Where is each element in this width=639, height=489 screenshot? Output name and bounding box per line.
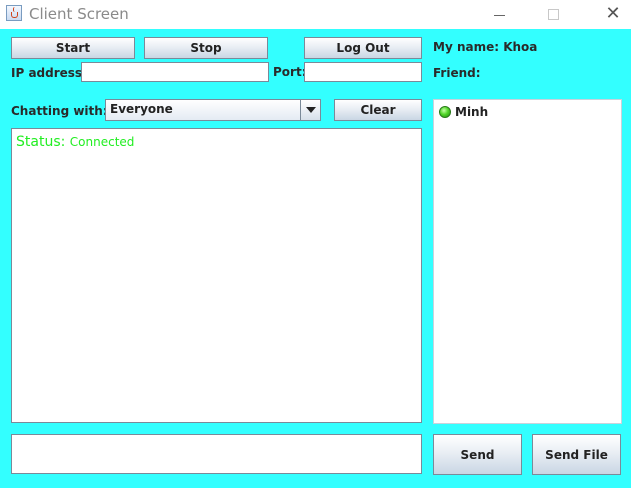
window-title: Client Screen bbox=[29, 5, 129, 23]
online-status-icon bbox=[439, 106, 451, 118]
clear-button[interactable]: Clear bbox=[334, 99, 422, 121]
status-key: Status: bbox=[16, 134, 66, 150]
client-panel: Start Stop Log Out My name: Khoa IP addr… bbox=[0, 29, 631, 488]
window-edge bbox=[631, 29, 639, 489]
send-button[interactable]: Send bbox=[433, 434, 522, 475]
chat-log-area[interactable]: Status: Connected bbox=[11, 128, 422, 423]
port-label: Port: bbox=[273, 65, 307, 79]
ip-address-label: IP address: bbox=[11, 66, 87, 80]
status-value: Connected bbox=[69, 135, 135, 149]
recipient-select[interactable]: Everyone bbox=[105, 99, 321, 121]
chatting-with-label: Chatting with: bbox=[11, 104, 108, 118]
close-icon: ✕ bbox=[605, 3, 621, 24]
minimize-icon bbox=[493, 14, 505, 16]
chevron-down-icon bbox=[305, 107, 316, 113]
status-line: Status: Connected bbox=[16, 133, 134, 151]
maximize-icon bbox=[547, 8, 559, 20]
logout-button[interactable]: Log Out bbox=[304, 37, 422, 59]
port-input[interactable] bbox=[304, 62, 422, 82]
recipient-selected-value: Everyone bbox=[110, 102, 173, 116]
friend-name: Minh bbox=[455, 105, 489, 119]
friend-label: Friend: bbox=[433, 66, 481, 80]
friend-list[interactable]: Minh bbox=[433, 99, 622, 424]
maximize-button[interactable] bbox=[530, 2, 576, 26]
dropdown-arrow-button[interactable] bbox=[300, 100, 320, 120]
start-button[interactable]: Start bbox=[11, 37, 135, 59]
ip-address-input[interactable] bbox=[81, 62, 269, 82]
minimize-button[interactable] bbox=[476, 2, 522, 26]
my-name-label: My name: Khoa bbox=[433, 40, 538, 54]
friend-list-item[interactable]: Minh bbox=[439, 105, 488, 119]
stop-button[interactable]: Stop bbox=[144, 37, 268, 59]
message-input[interactable] bbox=[11, 434, 422, 474]
java-app-icon bbox=[6, 5, 22, 21]
close-button[interactable]: ✕ bbox=[590, 2, 636, 26]
send-file-button[interactable]: Send File bbox=[532, 434, 621, 475]
title-bar[interactable]: Client Screen ✕ bbox=[0, 0, 639, 29]
